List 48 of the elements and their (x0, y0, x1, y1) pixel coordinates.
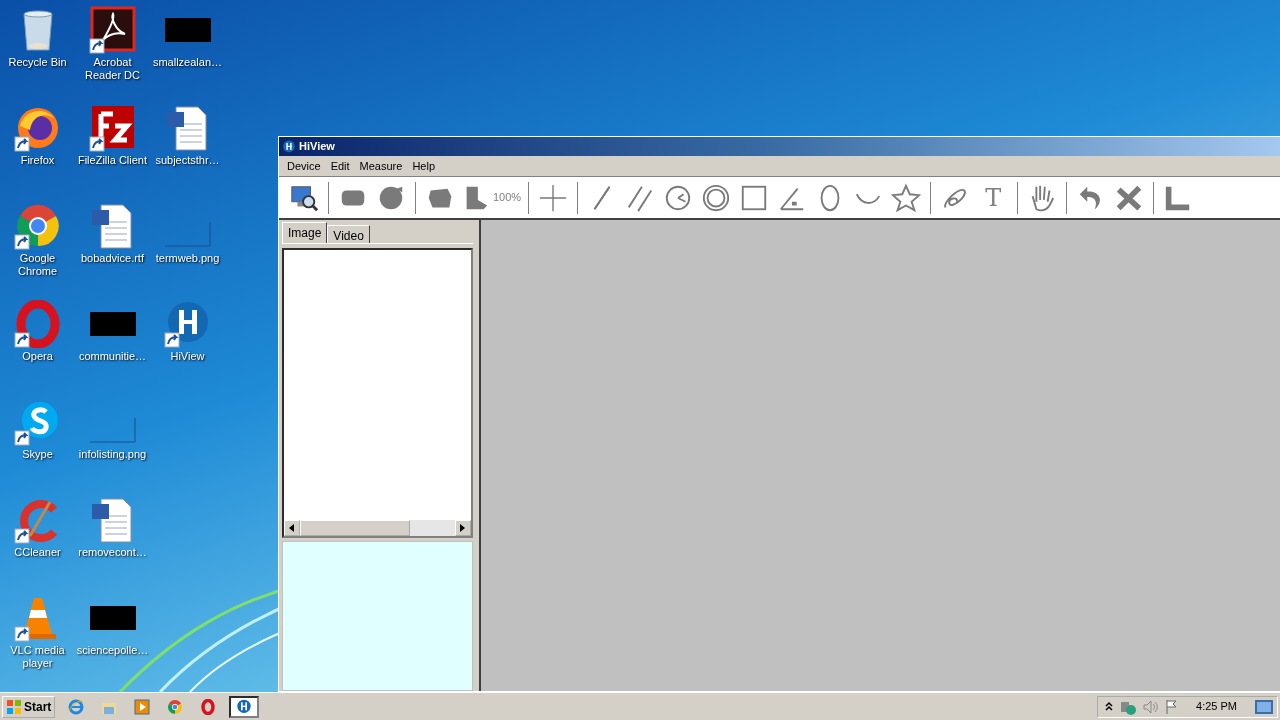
icon-label[interactable]: Skype (1, 448, 74, 461)
icon-label[interactable]: bobadvice.rtf (76, 252, 149, 265)
start-button[interactable]: Start (2, 695, 56, 718)
menu-item[interactable]: Edit (325, 157, 355, 175)
show-desktop-icon[interactable] (1255, 699, 1273, 714)
icon-label[interactable]: subjectsthr… (151, 154, 224, 167)
icon-label[interactable]: CCleaner (1, 546, 74, 559)
opera-icon[interactable] (13, 300, 62, 348)
star-icon[interactable] (891, 182, 922, 213)
tab[interactable]: Image (282, 222, 328, 243)
taskbar-button[interactable] (229, 695, 260, 718)
icon-label[interactable]: Firefox (1, 154, 74, 167)
clock[interactable]: 4:25 PM (1196, 698, 1237, 715)
acrobat-icon[interactable] (88, 6, 137, 54)
icon-label[interactable]: removecont… (76, 546, 149, 559)
icon-label[interactable]: communitie… (76, 350, 149, 363)
icon-label[interactable]: Acrobat Reader DC (76, 56, 149, 82)
concentric-circles-icon[interactable] (701, 182, 732, 213)
app-logo-icon (282, 139, 296, 154)
speaker-icon[interactable] (1142, 698, 1159, 715)
icon-label[interactable]: smallzealan… (151, 56, 224, 69)
icon-label[interactable]: Recycle Bin (1, 56, 74, 69)
menu-item[interactable]: Help (407, 157, 440, 175)
opera-icon (200, 698, 217, 715)
menu-item[interactable]: Device (282, 157, 326, 175)
chrome-icon[interactable] (13, 202, 62, 250)
filezilla-icon[interactable] (88, 104, 137, 152)
scroll-right-icon[interactable] (460, 524, 466, 532)
menu-item[interactable]: Measure (354, 157, 408, 175)
media-player-icon (134, 698, 151, 715)
window-title: HiView (299, 139, 335, 155)
hiview-logo-icon (236, 698, 253, 715)
icon-label[interactable]: HiView (151, 350, 224, 363)
icon-label[interactable]: termweb.png (151, 252, 224, 265)
icon-label[interactable]: Opera (1, 350, 74, 363)
icon-label[interactable]: FileZilla Client (76, 154, 149, 167)
tab[interactable]: Video (327, 225, 370, 243)
icon-label[interactable]: infolisting.png (76, 448, 149, 461)
text-tool-button[interactable]: T (974, 179, 1013, 216)
image-list[interactable] (282, 248, 473, 538)
windows-logo-icon (6, 698, 22, 715)
crosshair-icon[interactable] (538, 182, 569, 213)
scroll-left-icon[interactable] (289, 524, 295, 532)
browser-e-icon (68, 698, 85, 715)
chrome-icon (167, 698, 184, 715)
zoom-level: 100% (493, 190, 522, 206)
horizontal-scrollbar[interactable] (284, 520, 471, 536)
icon-label[interactable]: Google Chrome (1, 252, 74, 278)
